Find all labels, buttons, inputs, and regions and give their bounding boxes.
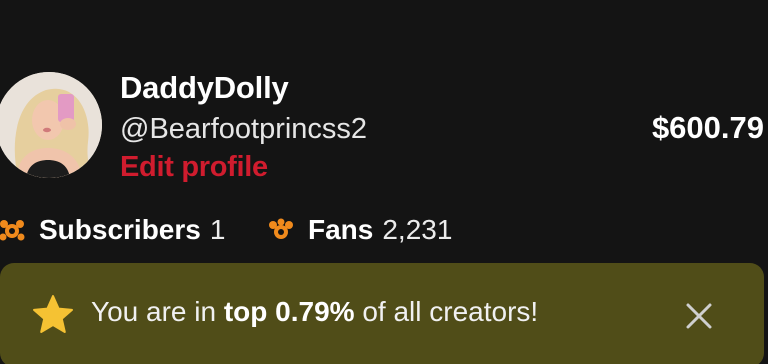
subscribers-stat[interactable]: Subscribers 1 [0,210,225,250]
edit-profile-link[interactable]: Edit profile [120,151,268,184]
fans-label: Fans [308,214,374,245]
ranking-message-prefix: You are in [91,296,224,327]
star-icon [31,294,75,336]
subscribers-count: 1 [209,214,226,245]
profile-screen: DaddyDolly @Bearfootprincss2 Edit profil… [0,0,768,364]
ranking-message: You are in top 0.79% of all creators! [91,296,538,328]
ranking-percent: top 0.79% [223,296,355,327]
subscribers-label: Subscribers [39,214,201,245]
close-icon[interactable] [682,299,716,333]
avatar[interactable] [0,72,102,178]
subscribers-icon [0,217,25,243]
earnings-amount[interactable]: $600.79 [652,110,764,146]
fans-count: 2,231 [382,214,453,245]
fans-stat[interactable]: Fans 2,231 [268,210,452,250]
ranking-banner: You are in top 0.79% of all creators! [0,263,764,364]
avatar-photo [0,72,102,178]
display-name: DaddyDolly [120,70,289,105]
username: @Bearfootprincss2 [120,113,368,145]
fans-icon [268,217,294,243]
ranking-message-suffix: of all creators! [354,296,539,327]
